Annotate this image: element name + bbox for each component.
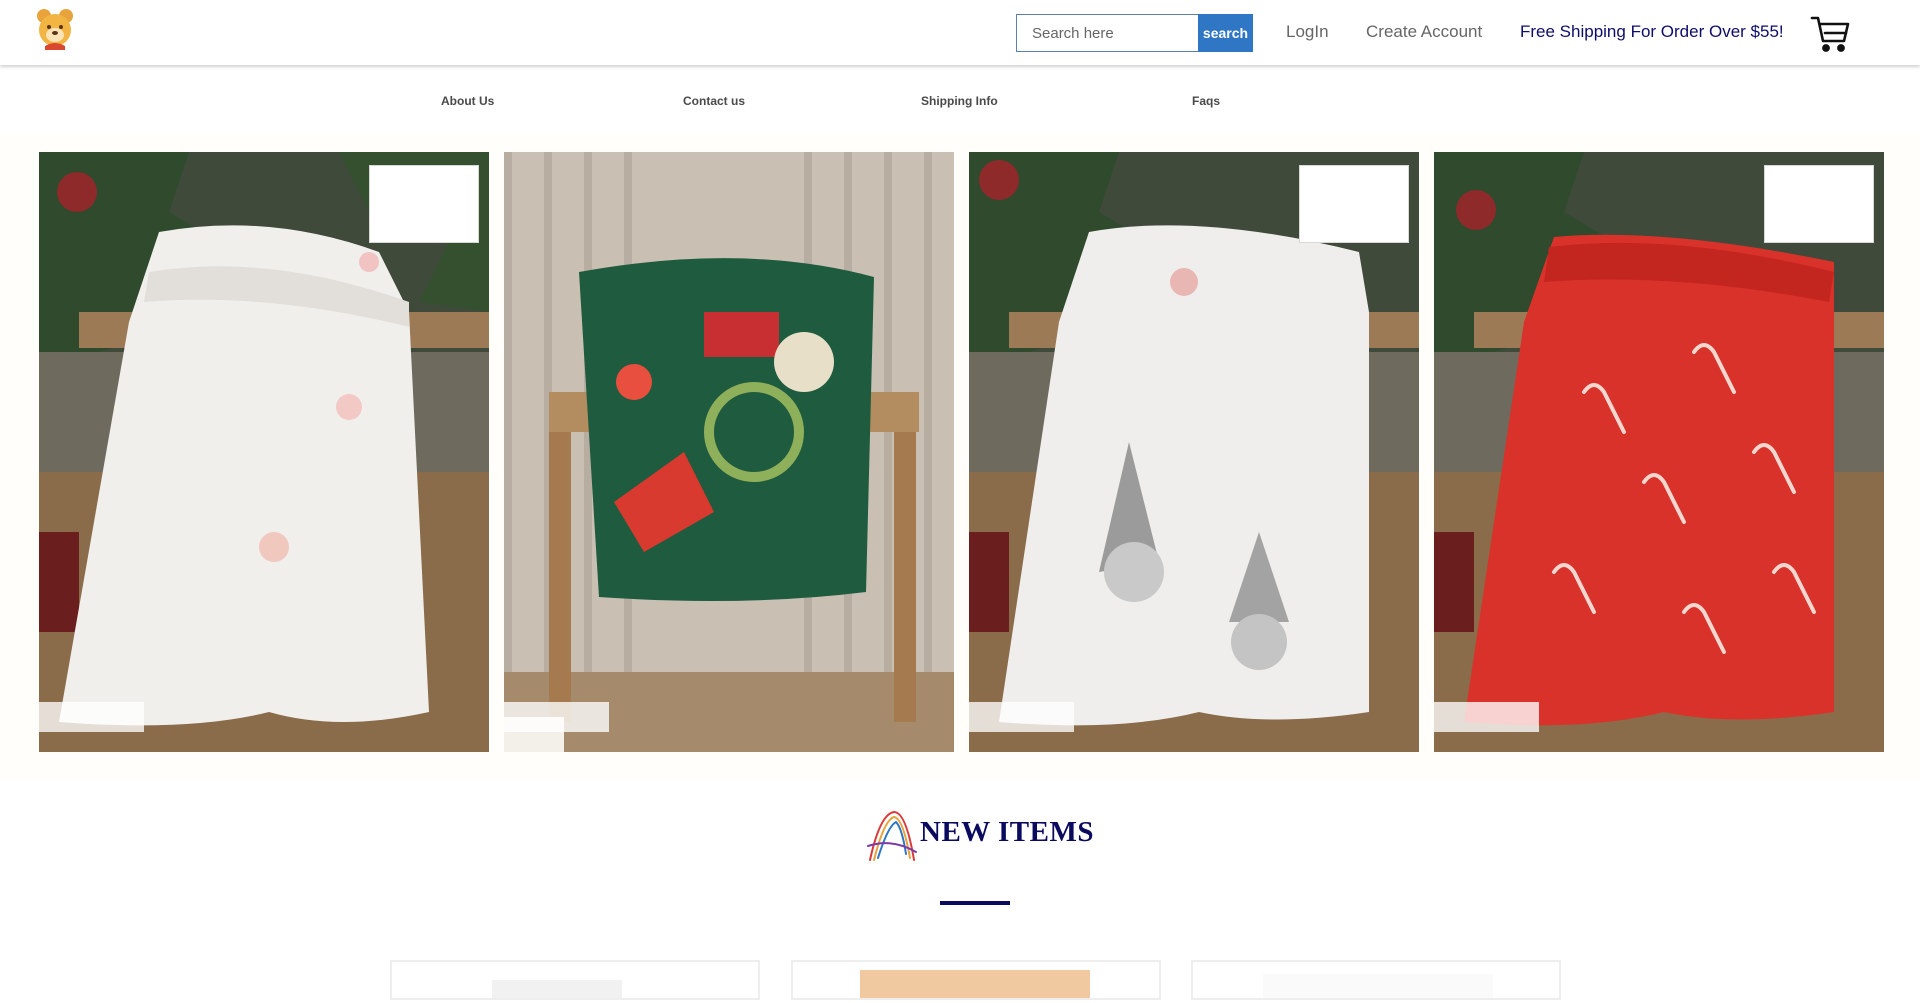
hero-card[interactable] (504, 152, 954, 752)
hero-card[interactable] (39, 152, 489, 752)
green-christmas-blanket-photo (504, 152, 954, 752)
product-badge (369, 165, 479, 243)
product-card[interactable] (390, 960, 760, 1000)
image-caption-overlay (969, 702, 1074, 732)
bear-logo-icon[interactable] (33, 6, 77, 50)
login-link[interactable]: LogIn (1286, 22, 1329, 42)
product-card[interactable] (791, 960, 1161, 1000)
nav-contact-us[interactable]: Contact us (683, 94, 745, 108)
image-caption-overlay (504, 702, 609, 732)
search-button[interactable]: search (1198, 14, 1253, 52)
new-items-title: NEW ITEMS (920, 816, 1094, 848)
image-caption-overlay (39, 702, 144, 732)
nav-about-us[interactable]: About Us (441, 94, 494, 108)
free-shipping-promo: Free Shipping For Order Over $55! (1520, 22, 1784, 41)
cart-icon[interactable] (1810, 15, 1850, 53)
product-badge (1299, 165, 1409, 243)
nav-shipping-info[interactable]: Shipping Info (921, 94, 998, 108)
image-caption-overlay (1434, 702, 1539, 732)
create-account-link[interactable]: Create Account (1366, 22, 1482, 42)
search-bar: search (1016, 14, 1253, 52)
new-items-product-row (0, 958, 1920, 1000)
product-card[interactable] (1191, 960, 1561, 1000)
title-underline-divider (940, 901, 1010, 905)
rainbow-a-logo-icon (866, 808, 918, 864)
new-items-section: NEW ITEMS (0, 800, 1920, 905)
hero-card[interactable] (969, 152, 1419, 752)
top-header: search LogIn Create Account Free Shippin… (0, 0, 1920, 65)
nav-faqs[interactable]: Faqs (1192, 94, 1220, 108)
hero-card[interactable] (1434, 152, 1884, 752)
hero-product-grid (0, 135, 1920, 778)
product-badge (1764, 165, 1874, 243)
search-input[interactable] (1016, 14, 1198, 52)
secondary-nav: About Us Contact us Shipping Info Faqs (0, 65, 1920, 135)
